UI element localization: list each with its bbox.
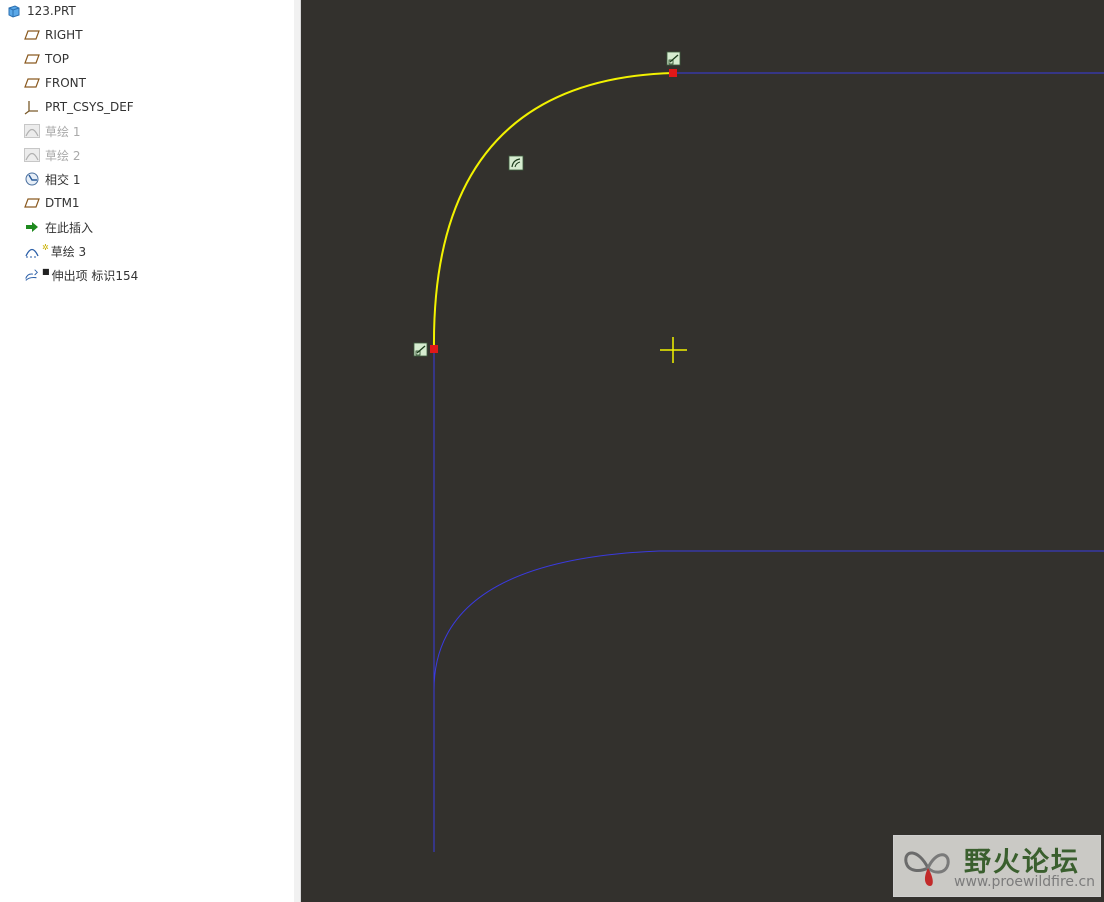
constraint-radius-icon[interactable]	[508, 155, 524, 171]
sketch-icon	[24, 243, 40, 259]
selected-arc	[432, 72, 674, 350]
intersect-icon	[24, 171, 40, 187]
datum-plane-icon	[24, 27, 40, 43]
tree-item-sketch-1[interactable]: 草绘 1	[24, 120, 80, 142]
new-feature-star-icon: ✲	[42, 242, 49, 252]
arc-endpoint-top	[669, 69, 677, 77]
reference-curve-lower	[433, 550, 1104, 691]
tree-item-label: 草绘 3	[50, 244, 87, 259]
butterfly-logo-icon	[904, 851, 950, 886]
panel-splitter[interactable]	[294, 0, 301, 902]
tree-item-label: TOP	[45, 52, 70, 66]
arc-endpoint-left	[430, 345, 438, 353]
tree-item-sketch-2[interactable]: 草绘 2	[24, 144, 80, 166]
model-tree-panel: 123.PRT RIGHT TOP FRONT PRT_CSYS_DEF 草绘 …	[0, 0, 295, 902]
tree-item-sketch-3[interactable]: ✲ 草绘 3	[24, 240, 86, 262]
tree-item-label: 草绘 2	[45, 148, 81, 163]
tree-item-intersect-1[interactable]: 相交 1	[24, 168, 80, 190]
sketch-canvas[interactable]	[301, 0, 1104, 902]
tree-item-protrusion[interactable]: ■ 伸出项 标识154	[24, 264, 138, 286]
coordinate-system-icon	[24, 99, 40, 115]
insert-here-arrow-icon	[24, 219, 40, 235]
crosshair-cursor-icon	[660, 337, 687, 363]
tree-item-label: 相交 1	[45, 172, 81, 187]
tree-item-label: 伸出项 标识154	[51, 268, 139, 283]
part-icon	[6, 3, 22, 19]
tree-item-prt-csys-def[interactable]: PRT_CSYS_DEF	[24, 96, 134, 118]
tree-item-label: DTM1	[45, 196, 80, 210]
graphics-viewport[interactable]: 野火论坛 www.proewildfire.cn	[301, 0, 1104, 902]
tree-item-label: FRONT	[45, 76, 86, 90]
protrusion-icon	[24, 267, 40, 283]
tree-item-label: 草绘 1	[45, 124, 81, 139]
tree-item-insert-here[interactable]: 在此插入	[24, 216, 93, 238]
watermark-url: www.proewildfire.cn	[954, 874, 1096, 890]
tree-root[interactable]: 123.PRT	[6, 0, 76, 22]
sketch-icon	[24, 123, 40, 139]
datum-plane-icon	[24, 195, 40, 211]
constraint-tangent-icon[interactable]	[413, 342, 428, 357]
sketch-icon	[24, 147, 40, 163]
tree-root-label: 123.PRT	[27, 4, 76, 18]
tree-item-label: RIGHT	[45, 28, 83, 42]
tree-item-top[interactable]: TOP	[24, 48, 69, 70]
constraint-tangent-icon[interactable]	[666, 51, 681, 66]
tree-item-right[interactable]: RIGHT	[24, 24, 83, 46]
tree-item-label: 在此插入	[45, 220, 94, 235]
modified-marker-icon: ■	[42, 266, 50, 276]
datum-plane-icon	[24, 51, 40, 67]
tree-item-label: PRT_CSYS_DEF	[45, 100, 134, 114]
watermark-logo: 野火论坛 www.proewildfire.cn	[893, 835, 1101, 897]
datum-plane-icon	[24, 75, 40, 91]
tree-item-dtm1[interactable]: DTM1	[24, 192, 80, 214]
tree-item-front[interactable]: FRONT	[24, 72, 86, 94]
